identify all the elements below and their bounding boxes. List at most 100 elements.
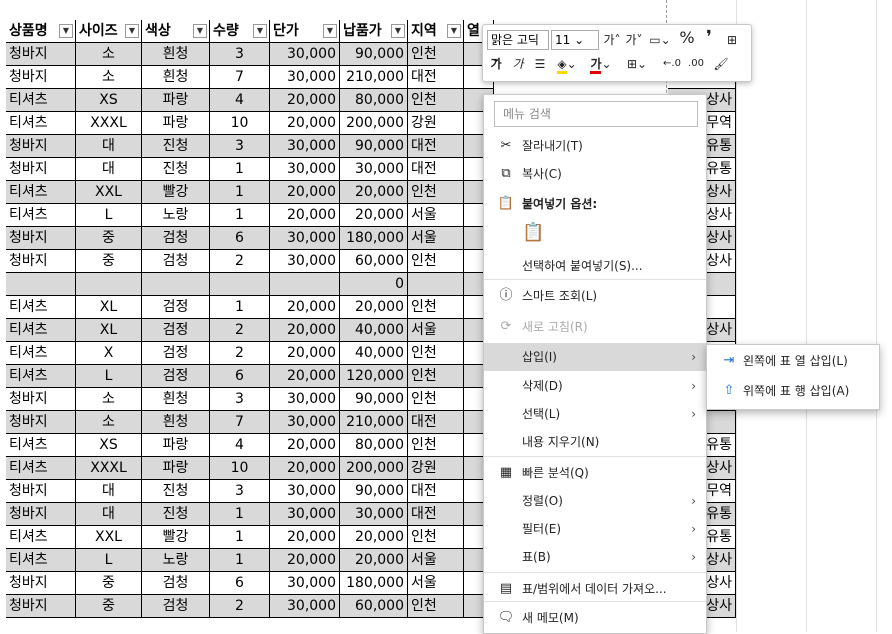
table-cell[interactable]: XL: [76, 296, 142, 319]
spreadsheet-grid[interactable]: 상품명 사이즈 색상 수량 단가 납품가 지역 열 ▼ ▼ ▼ ▼ ▼ ▼ ▼ …: [0, 0, 892, 632]
table-cell[interactable]: 30,000: [270, 411, 340, 434]
table-cell[interactable]: 티셔츠: [6, 181, 76, 204]
table-cell[interactable]: 진청: [142, 158, 210, 181]
table-cell[interactable]: 서울: [408, 549, 464, 572]
font-size-select[interactable]: 11 ⌄: [551, 30, 599, 50]
table-cell[interactable]: 30,000: [270, 572, 340, 595]
table-cell[interactable]: 인천: [408, 434, 464, 457]
table-cell[interactable]: 청바지: [6, 135, 76, 158]
table-cell[interactable]: 흰청: [142, 388, 210, 411]
menu-item-sort[interactable]: 정렬(O) ›: [484, 487, 706, 515]
table-cell[interactable]: 30,000: [340, 503, 408, 526]
table-cell[interactable]: 검청: [142, 595, 210, 618]
table-cell[interactable]: 대전: [408, 503, 464, 526]
merge-cells-icon[interactable]: ⊞: [723, 31, 741, 49]
table-cell[interactable]: 인천: [408, 595, 464, 618]
table-cell[interactable]: 20,000: [270, 342, 340, 365]
table-cell[interactable]: [76, 273, 142, 296]
increase-decimal-icon[interactable]: ←.0: [661, 55, 683, 73]
table-cell[interactable]: 40,000: [340, 342, 408, 365]
menu-item-delete[interactable]: 삭제(D) ›: [484, 372, 706, 400]
table-cell[interactable]: 중: [76, 227, 142, 250]
table-cell[interactable]: 7: [210, 411, 270, 434]
table-cell[interactable]: 90,000: [340, 135, 408, 158]
table-cell[interactable]: 20,000: [270, 549, 340, 572]
table-cell[interactable]: 인천: [408, 365, 464, 388]
table-cell[interactable]: 인천: [408, 89, 464, 112]
table-cell[interactable]: 검정: [142, 365, 210, 388]
menu-item-insert[interactable]: 삽입(I) ›: [484, 343, 706, 371]
table-cell[interactable]: 티셔츠: [6, 319, 76, 342]
filter-dropdown-icon[interactable]: ▼: [447, 24, 461, 38]
font-name-select[interactable]: 맑은 고딕 ⌄: [487, 30, 549, 65]
table-cell[interactable]: 대전: [408, 66, 464, 89]
table-cell[interactable]: 30,000: [270, 480, 340, 503]
table-cell[interactable]: 검정: [142, 296, 210, 319]
paste-icon[interactable]: 📋: [522, 220, 546, 246]
table-cell[interactable]: 20,000: [340, 549, 408, 572]
table-cell[interactable]: 대전: [408, 135, 464, 158]
table-cell[interactable]: 서울: [408, 572, 464, 595]
table-cell[interactable]: 티셔츠: [6, 434, 76, 457]
increase-font-icon[interactable]: 가˄: [603, 31, 621, 49]
table-cell[interactable]: 4: [210, 434, 270, 457]
table-cell[interactable]: 20,000: [270, 204, 340, 227]
table-cell[interactable]: 대: [76, 503, 142, 526]
table-cell[interactable]: 티셔츠: [6, 549, 76, 572]
table-cell[interactable]: 90,000: [340, 43, 408, 66]
table-cell[interactable]: 청바지: [6, 227, 76, 250]
table-cell[interactable]: 20,000: [270, 434, 340, 457]
table-cell[interactable]: 티셔츠: [6, 204, 76, 227]
table-cell[interactable]: 서울: [408, 319, 464, 342]
table-cell[interactable]: 6: [210, 227, 270, 250]
table-cell[interactable]: 진청: [142, 135, 210, 158]
table-cell[interactable]: 0: [340, 273, 408, 296]
table-cell[interactable]: 인천: [408, 296, 464, 319]
table-cell[interactable]: 30,000: [340, 158, 408, 181]
table-cell[interactable]: 파랑: [142, 112, 210, 135]
menu-item-new-comment[interactable]: 🗨 새 메모(M): [484, 604, 706, 632]
table-cell[interactable]: 노랑: [142, 549, 210, 572]
table-cell[interactable]: 20,000: [340, 296, 408, 319]
table-cell[interactable]: 1: [210, 158, 270, 181]
menu-item-quick-analysis[interactable]: ▦ 빠른 분석(Q): [484, 459, 706, 487]
table-cell[interactable]: 3: [210, 388, 270, 411]
table-cell[interactable]: 20,000: [340, 526, 408, 549]
table-cell[interactable]: 30,000: [270, 503, 340, 526]
table-cell[interactable]: 20,000: [270, 319, 340, 342]
table-cell[interactable]: 20,000: [270, 89, 340, 112]
accounting-format-icon[interactable]: ▭⌄: [647, 31, 673, 49]
table-cell[interactable]: 3: [210, 43, 270, 66]
table-cell[interactable]: 노랑: [142, 204, 210, 227]
table-cell[interactable]: 대: [76, 135, 142, 158]
table-cell[interactable]: 40,000: [340, 319, 408, 342]
table-cell[interactable]: 30,000: [270, 66, 340, 89]
table-cell[interactable]: 청바지: [6, 43, 76, 66]
table-cell[interactable]: 30,000: [270, 250, 340, 273]
filter-dropdown-icon[interactable]: ▼: [323, 24, 337, 38]
menu-item-copy[interactable]: ⧉ 복사(C): [484, 160, 706, 188]
table-cell[interactable]: XXXL: [76, 457, 142, 480]
table-cell[interactable]: [210, 273, 270, 296]
table-cell[interactable]: 30,000: [270, 388, 340, 411]
align-center-icon[interactable]: ☰: [531, 55, 549, 73]
menu-item-table[interactable]: 표(B) ›: [484, 543, 706, 571]
table-cell[interactable]: XS: [76, 434, 142, 457]
table-cell[interactable]: 210,000: [340, 411, 408, 434]
table-cell[interactable]: [142, 273, 210, 296]
table-cell[interactable]: 3: [210, 135, 270, 158]
table-cell[interactable]: 중: [76, 595, 142, 618]
table-cell[interactable]: 중: [76, 250, 142, 273]
table-cell[interactable]: XXL: [76, 181, 142, 204]
filter-dropdown-icon[interactable]: ▼: [59, 24, 73, 38]
table-cell[interactable]: 인천: [408, 43, 464, 66]
table-cell[interactable]: 청바지: [6, 480, 76, 503]
table-cell[interactable]: 20,000: [270, 181, 340, 204]
table-cell[interactable]: 소: [76, 66, 142, 89]
table-cell[interactable]: 120,000: [340, 365, 408, 388]
table-cell[interactable]: 티셔츠: [6, 365, 76, 388]
menu-item-clear-contents[interactable]: 내용 지우기(N): [484, 428, 706, 456]
table-cell[interactable]: 60,000: [340, 595, 408, 618]
menu-item-filter[interactable]: 필터(E) ›: [484, 515, 706, 543]
table-cell[interactable]: [6, 273, 76, 296]
